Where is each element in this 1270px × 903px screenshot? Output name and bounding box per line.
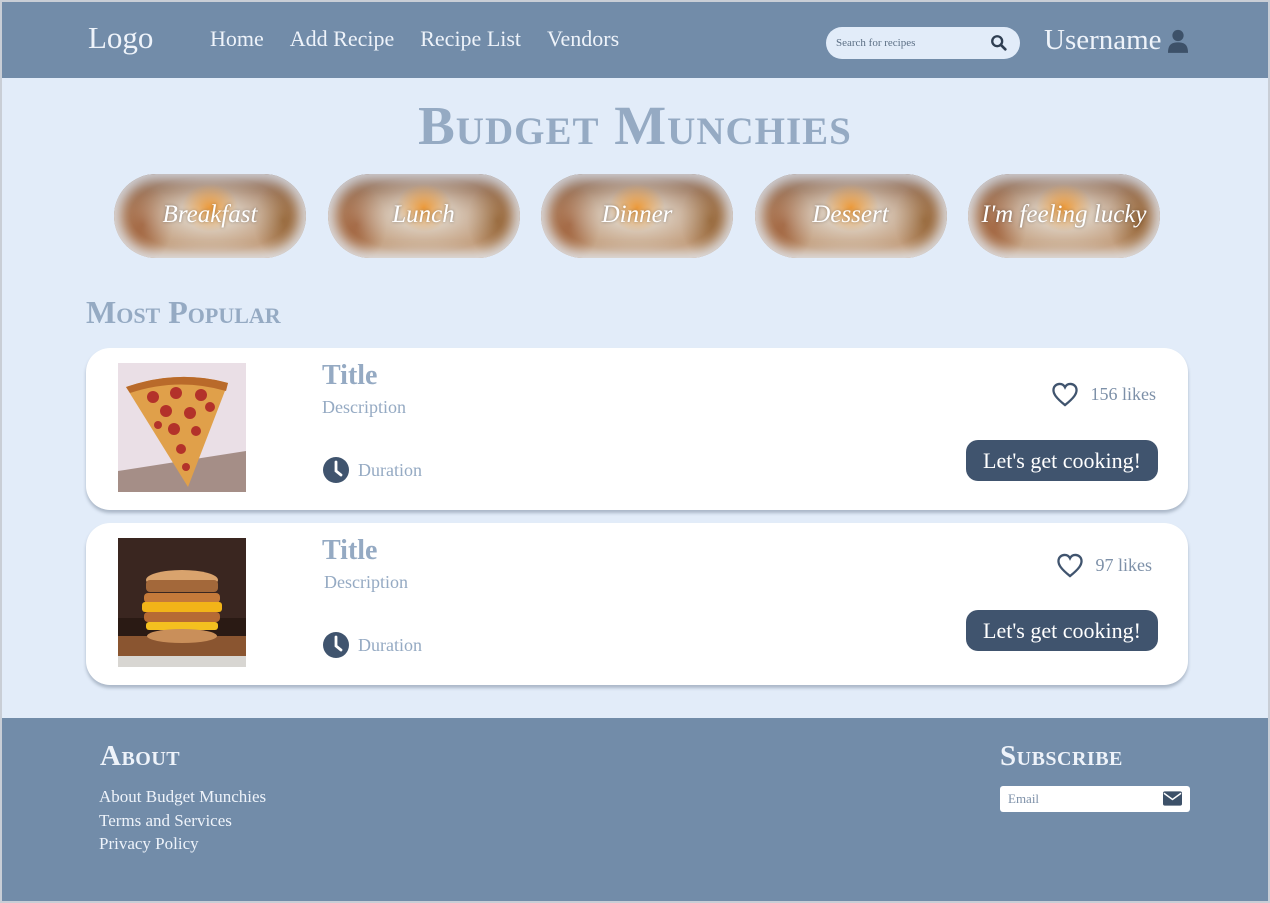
- about-links: About Budget Munchies Terms and Services…: [99, 785, 266, 856]
- envelope-icon[interactable]: [1163, 791, 1182, 806]
- recipe-duration: Duration: [322, 456, 422, 484]
- category-lunch[interactable]: Lunch: [327, 174, 520, 258]
- category-feeling-lucky[interactable]: I'm feeling lucky: [968, 174, 1160, 258]
- about-heading: About: [100, 740, 181, 772]
- recipe-title[interactable]: Title: [322, 360, 377, 392]
- like-counter[interactable]: 97 likes: [1056, 553, 1153, 578]
- category-dessert[interactable]: Dessert: [754, 174, 947, 258]
- user-icon: [1167, 29, 1188, 53]
- recipe-title[interactable]: Title: [322, 535, 377, 567]
- site-logo[interactable]: Logo: [88, 20, 153, 56]
- search-input[interactable]: [836, 37, 976, 49]
- link-terms[interactable]: Terms and Services: [99, 809, 266, 833]
- category-label: I'm feeling lucky: [981, 201, 1147, 228]
- recipe-duration: Duration: [322, 631, 422, 659]
- subscribe-form: [1000, 786, 1190, 812]
- category-breakfast[interactable]: Breakfast: [114, 174, 306, 258]
- like-counter[interactable]: 156 likes: [1051, 382, 1157, 407]
- recipe-card: Title Description Duration 156 likes Let…: [86, 348, 1188, 510]
- duration-label: Duration: [358, 634, 422, 655]
- subscribe-heading: Subscribe: [1000, 740, 1123, 772]
- cook-button[interactable]: Let's get cooking!: [966, 440, 1158, 481]
- category-label: Lunch: [392, 201, 455, 228]
- recipe-card: Title Description Duration 97 likes Let'…: [86, 523, 1188, 685]
- search-bar: [826, 27, 1020, 59]
- recipe-photo-pizza[interactable]: [118, 363, 246, 492]
- likes-count: 156 likes: [1090, 384, 1157, 404]
- category-label: Dinner: [601, 201, 673, 228]
- main-nav: Home Add Recipe Recipe List Vendors: [210, 26, 645, 52]
- email-field[interactable]: [1008, 791, 1158, 807]
- link-privacy[interactable]: Privacy Policy: [99, 832, 266, 856]
- search-icon[interactable]: [990, 34, 1008, 52]
- recipe-description: Description: [322, 397, 406, 417]
- recipe-photo-sandwich[interactable]: [118, 538, 246, 667]
- top-navbar: Logo Home Add Recipe Recipe List Vendors…: [2, 2, 1268, 78]
- duration-label: Duration: [358, 459, 422, 480]
- site-footer: About About Budget Munchies Terms and Se…: [2, 718, 1268, 901]
- clock-icon: [323, 457, 349, 483]
- heart-icon[interactable]: [1051, 382, 1079, 407]
- page-title: Budget Munchies: [418, 95, 852, 156]
- category-dinner[interactable]: Dinner: [541, 174, 733, 258]
- category-list: Breakfast Lunch Dinner Dessert I'm feeli…: [114, 174, 1182, 258]
- username-label: Username: [1044, 24, 1162, 56]
- cook-button[interactable]: Let's get cooking!: [966, 610, 1158, 651]
- nav-vendors[interactable]: Vendors: [547, 26, 619, 52]
- category-label: Breakfast: [162, 201, 258, 228]
- heart-icon[interactable]: [1056, 553, 1084, 578]
- user-menu[interactable]: Username: [1044, 24, 1188, 57]
- category-label: Dessert: [812, 201, 889, 228]
- recipe-description: Description: [324, 572, 408, 592]
- nav-recipe-list[interactable]: Recipe List: [420, 26, 521, 52]
- section-heading: Most Popular: [86, 294, 281, 330]
- clock-icon: [323, 632, 349, 658]
- nav-home[interactable]: Home: [210, 26, 264, 52]
- likes-count: 97 likes: [1095, 555, 1153, 575]
- nav-add-recipe[interactable]: Add Recipe: [290, 26, 394, 52]
- link-about[interactable]: About Budget Munchies: [99, 785, 266, 809]
